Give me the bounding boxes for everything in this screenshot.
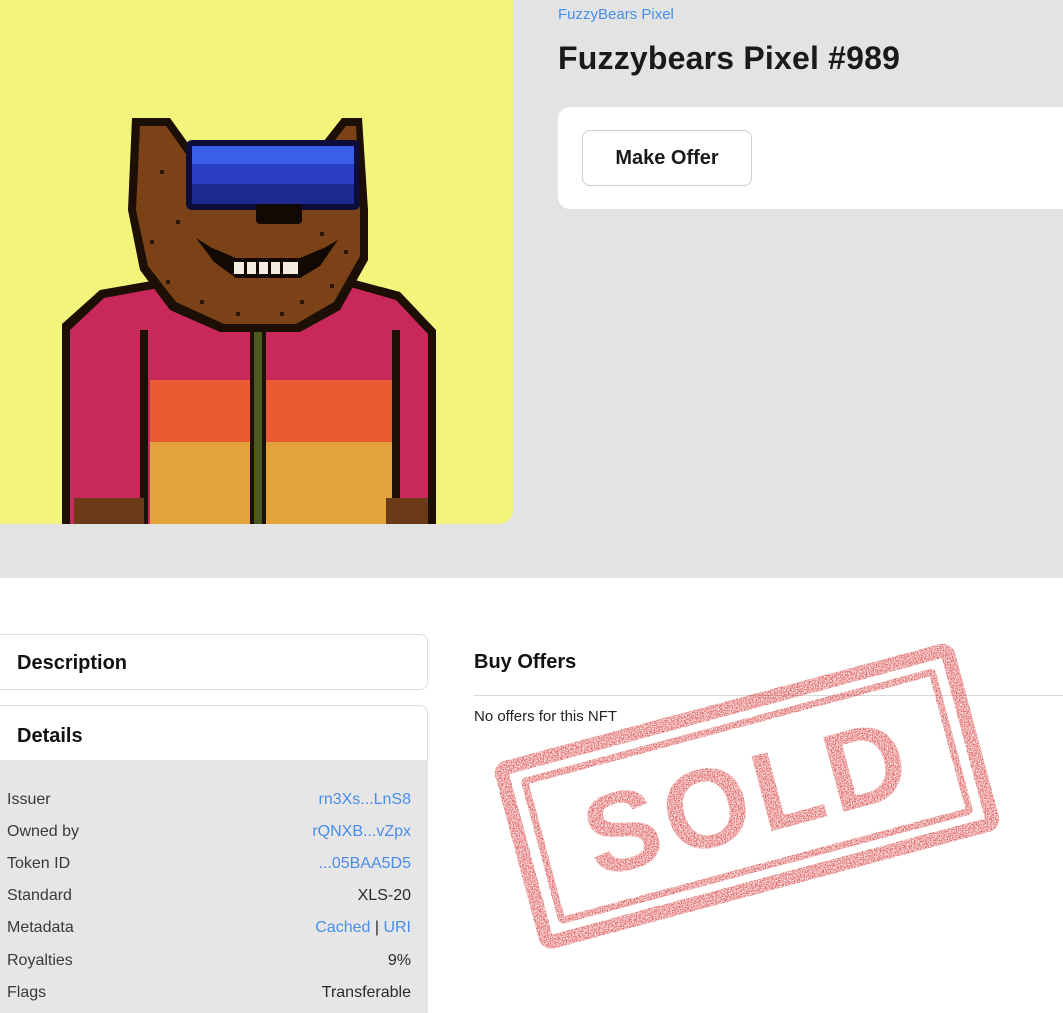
detail-row-owner: Owned by rQNXB...vZpx bbox=[7, 823, 411, 851]
description-panel-header[interactable]: Description bbox=[0, 634, 428, 690]
token-id-link[interactable]: ...05BAA5D5 bbox=[319, 855, 412, 873]
sold-stamp: SOLD bbox=[486, 636, 1026, 956]
detail-row-flags: Flags Transferable bbox=[7, 984, 411, 1012]
owner-link[interactable]: rQNXB...vZpx bbox=[312, 823, 411, 841]
flags-value: Transferable bbox=[321, 984, 411, 1001]
offer-card: Make Offer bbox=[558, 107, 1063, 209]
pixel-bear-illustration bbox=[62, 118, 436, 524]
detail-key: Token ID bbox=[7, 855, 71, 872]
metadata-value: Cached | URI bbox=[315, 919, 411, 937]
sold-stamp-graphic: SOLD bbox=[494, 643, 1000, 949]
detail-row-metadata: Metadata Cached | URI bbox=[7, 919, 411, 947]
details-heading: Details bbox=[17, 725, 83, 747]
royalties-value: 9% bbox=[387, 952, 411, 969]
detail-key: Owned by bbox=[7, 823, 80, 840]
metadata-separator: | bbox=[370, 919, 384, 936]
issuer-link[interactable]: rn3Xs...LnS8 bbox=[319, 791, 412, 809]
detail-key: Issuer bbox=[7, 791, 51, 808]
collection-link[interactable]: FuzzyBears Pixel bbox=[558, 6, 674, 23]
page-title: Fuzzybears Pixel #989 bbox=[558, 40, 901, 76]
detail-key: Metadata bbox=[7, 919, 74, 936]
standard-value: XLS-20 bbox=[357, 887, 411, 904]
metadata-cached-link[interactable]: Cached bbox=[315, 919, 370, 936]
description-heading: Description bbox=[17, 652, 128, 674]
make-offer-button[interactable]: Make Offer bbox=[582, 130, 752, 186]
details-panel-header[interactable]: Details bbox=[0, 705, 428, 761]
detail-key: Flags bbox=[7, 984, 47, 1001]
detail-row-royalties: Royalties 9% bbox=[7, 952, 411, 980]
metadata-uri-link[interactable]: URI bbox=[383, 919, 411, 936]
detail-key: Standard bbox=[7, 887, 72, 904]
detail-row-standard: Standard XLS-20 bbox=[7, 887, 411, 915]
detail-row-issuer: Issuer rn3Xs...LnS8 bbox=[7, 791, 411, 819]
detail-row-token-id: Token ID ...05BAA5D5 bbox=[7, 855, 411, 883]
details-table: Issuer rn3Xs...LnS8 Owned by rQNXB...vZp… bbox=[0, 760, 428, 1013]
nft-artwork bbox=[0, 0, 513, 524]
detail-key: Royalties bbox=[7, 952, 73, 969]
